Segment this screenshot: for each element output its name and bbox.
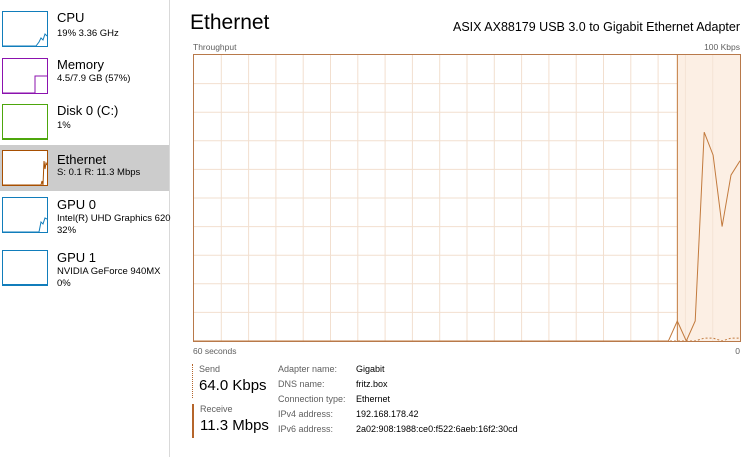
- graph-max-label: 100 Kbps: [704, 42, 740, 52]
- sidebar-item-usage: 0%: [57, 278, 71, 289]
- sidebar-item-title: GPU 1: [57, 250, 97, 265]
- cpu-thumbnail-graph: [2, 11, 48, 47]
- sidebar-item-gpu-1[interactable]: GPU 1 NVIDIA GeForce 940MX 0%: [0, 245, 169, 291]
- sidebar-item-detail: NVIDIA GeForce 940MX: [57, 266, 161, 277]
- throughput-graph: [193, 54, 741, 342]
- throughput-graph-canvas: [194, 55, 740, 341]
- sidebar-item-detail: 19% 3.36 GHz: [57, 28, 119, 39]
- detail-row-ipv4: IPv4 address: 192.168.178.42: [278, 409, 618, 423]
- receive-metric: Receive 11.3 Mbps: [192, 404, 272, 438]
- gpu1-thumbnail-graph: [2, 250, 48, 286]
- detail-value: 2a02:908:1988:ce0:f522:6aeb:16f2:30cd: [356, 424, 518, 434]
- detail-row-adapter-name: Adapter name: Gigabit: [278, 364, 618, 378]
- thumbnail-line: [3, 75, 47, 93]
- sidebar-item-memory[interactable]: Memory 4.5/7.9 GB (57%): [0, 53, 169, 99]
- detail-value: fritz.box: [356, 379, 388, 389]
- sidebar-item-detail: Intel(R) UHD Graphics 620: [57, 213, 171, 224]
- send-label: Send: [199, 364, 221, 374]
- sidebar-item-disk[interactable]: Disk 0 (C:) 1%: [0, 99, 169, 145]
- sidebar-item-detail: 1%: [57, 120, 71, 131]
- ethernet-thumbnail-graph: [2, 150, 48, 186]
- sidebar-item-usage: 32%: [57, 225, 77, 236]
- thumbnail-line: [3, 217, 47, 232]
- sidebar-item-title: CPU: [57, 10, 85, 25]
- performance-panel: Ethernet ASIX AX88179 USB 3.0 to Gigabit…: [171, 0, 750, 457]
- receive-value: 11.3 Mbps: [200, 417, 269, 434]
- detail-value: Gigabit: [356, 364, 385, 374]
- sidebar-item-title: Ethernet: [57, 152, 107, 167]
- detail-key: DNS name:: [278, 379, 325, 389]
- sidebar-item-title: Memory: [57, 57, 104, 72]
- graph-throughput-label: Throughput: [193, 42, 237, 52]
- send-value: 64.0 Kbps: [199, 377, 267, 394]
- detail-value: 192.168.178.42: [356, 409, 419, 419]
- disk-thumbnail-graph: [2, 104, 48, 140]
- receive-label: Receive: [200, 404, 233, 414]
- detail-key: Adapter name:: [278, 364, 338, 374]
- detail-row-connection-type: Connection type: Ethernet: [278, 394, 618, 408]
- sidebar-item-detail: 4.5/7.9 GB (57%): [57, 73, 131, 84]
- detail-key: IPv6 address:: [278, 424, 334, 434]
- sidebar-item-ethernet[interactable]: Ethernet S: 0.1 R: 11.3 Mbps: [0, 145, 169, 191]
- detail-value: Ethernet: [356, 394, 391, 404]
- page-title: Ethernet: [190, 11, 270, 34]
- sidebar: CPU 19% 3.36 GHz Memory 4.5/7.9 GB (57%)…: [0, 0, 171, 457]
- activity-region: [677, 55, 740, 341]
- sidebar-item-gpu-0[interactable]: GPU 0 Intel(R) UHD Graphics 620 32%: [0, 192, 171, 238]
- detail-key: Connection type:: [278, 394, 346, 404]
- graph-zero-label: 0: [735, 346, 740, 356]
- send-metric: Send 64.0 Kbps: [192, 364, 272, 398]
- adapter-name: ASIX AX88179 USB 3.0 to Gigabit Ethernet…: [453, 20, 740, 34]
- detail-key: IPv4 address:: [278, 409, 334, 419]
- sidebar-item-cpu[interactable]: CPU 19% 3.36 GHz: [0, 6, 169, 52]
- detail-row-ipv6: IPv6 address: 2a02:908:1988:ce0:f522:6ae…: [278, 424, 618, 438]
- thumbnail-line: [3, 33, 47, 46]
- memory-thumbnail-graph: [2, 58, 48, 94]
- graph-time-label: 60 seconds: [193, 346, 237, 356]
- sidebar-item-title: GPU 0: [57, 197, 97, 212]
- sidebar-item-title: Disk 0 (C:): [57, 103, 119, 118]
- gpu0-thumbnail-graph: [2, 197, 48, 233]
- detail-row-dns-name: DNS name: fritz.box: [278, 379, 618, 393]
- sidebar-item-detail: S: 0.1 R: 11.3 Mbps: [57, 167, 141, 178]
- thumbnail-line: [3, 160, 47, 185]
